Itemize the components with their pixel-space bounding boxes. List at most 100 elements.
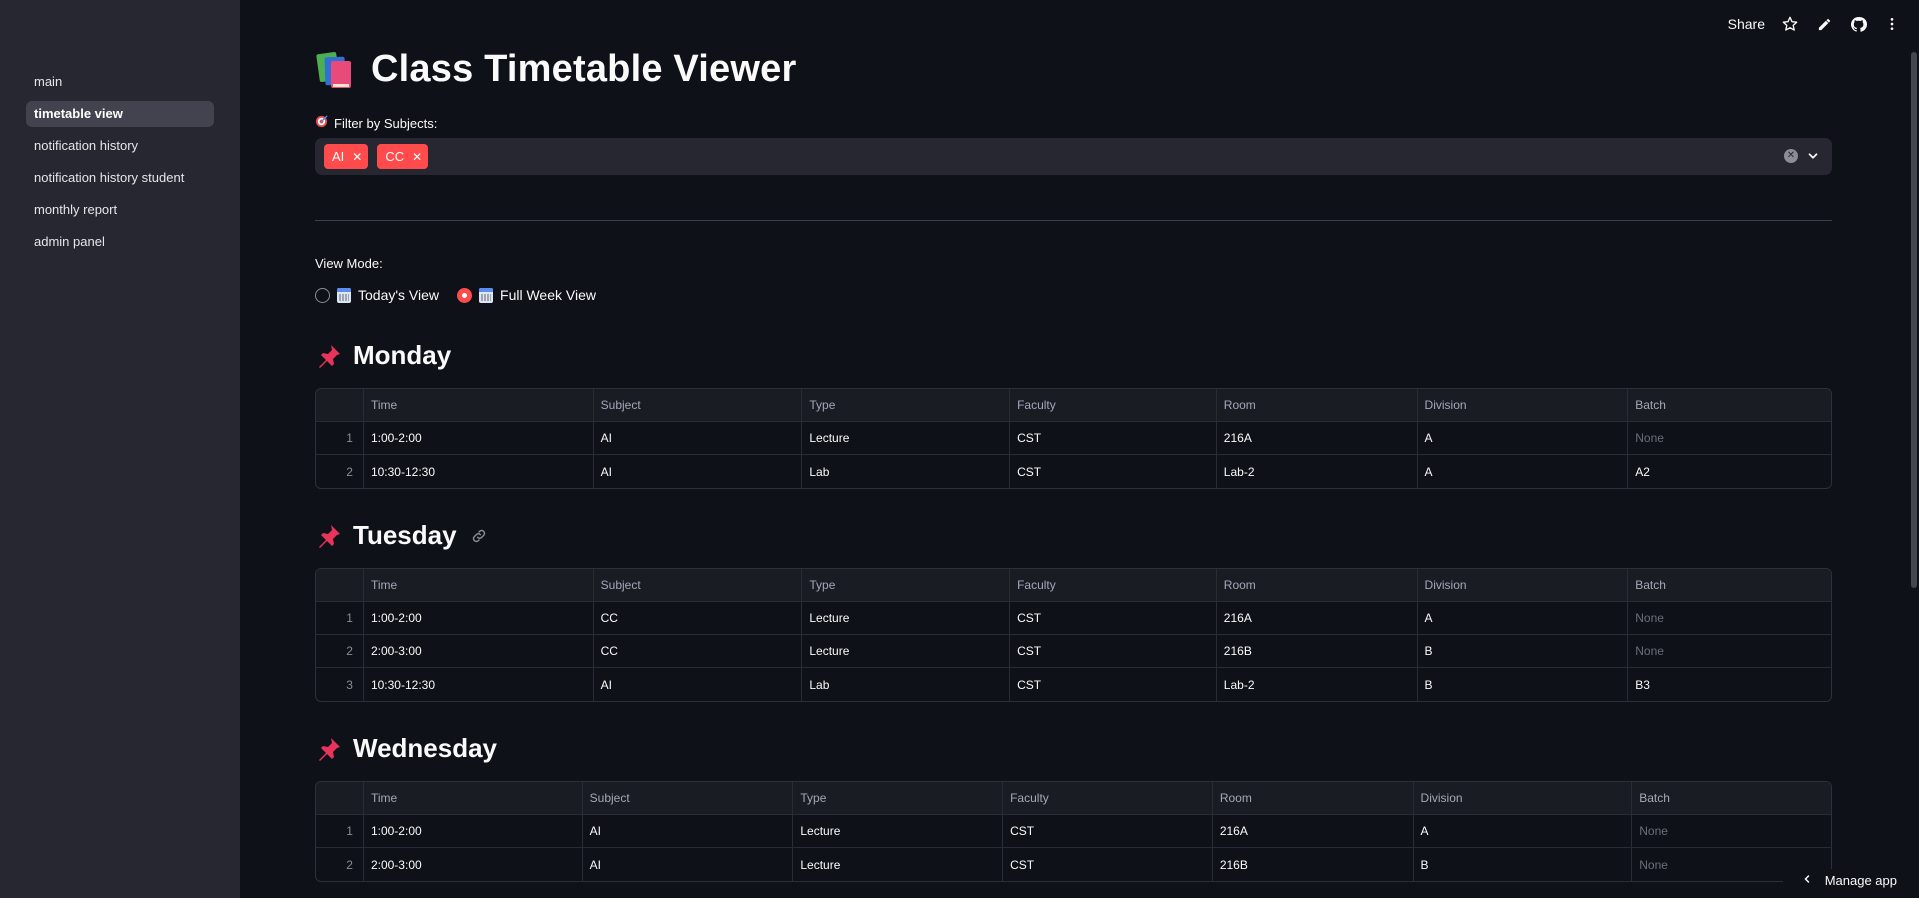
books-emoji-icon <box>315 49 357 91</box>
column-header[interactable]: Room <box>1217 389 1418 421</box>
column-header[interactable]: Time <box>364 389 594 421</box>
column-header[interactable]: Room <box>1213 782 1414 814</box>
table-cell[interactable]: Lecture <box>793 848 1004 881</box>
column-header[interactable]: Time <box>364 569 594 601</box>
table-cell[interactable]: 2:00-3:00 <box>364 848 583 881</box>
table-cell[interactable]: B <box>1418 668 1629 701</box>
table-cell[interactable]: Lecture <box>802 422 1011 454</box>
sidebar-nav: main timetable view notification history… <box>26 69 214 261</box>
radio-button[interactable] <box>315 287 330 303</box>
table-cell[interactable]: A <box>1414 815 1633 847</box>
table-cell[interactable]: 216A <box>1213 815 1414 847</box>
radio-button[interactable] <box>457 287 473 303</box>
table-cell[interactable]: 1:00-2:00 <box>364 602 594 634</box>
table-cell[interactable]: B <box>1418 635 1629 667</box>
table-cell[interactable]: 1:00-2:00 <box>364 422 594 454</box>
column-header[interactable]: Subject <box>594 569 803 601</box>
radio-full-week-view[interactable]: Full Week View <box>457 287 596 303</box>
sidebar-item-notification-history[interactable]: notification history <box>26 133 214 159</box>
radio-label: Today's View <box>358 287 440 303</box>
table-cell[interactable]: None <box>1628 422 1831 454</box>
table-cell[interactable]: None <box>1628 602 1831 634</box>
subject-multiselect[interactable]: AI ✕ CC ✕ ✕ <box>315 138 1832 175</box>
table-cell[interactable]: CST <box>1010 455 1217 488</box>
table-cell[interactable]: Lecture <box>802 602 1011 634</box>
column-header[interactable]: Batch <box>1628 569 1831 601</box>
table-cell[interactable]: 1:00-2:00 <box>364 815 583 847</box>
star-icon[interactable] <box>1781 15 1799 33</box>
table-cell[interactable]: Lab <box>802 455 1011 488</box>
remove-tag-icon[interactable]: ✕ <box>352 150 362 164</box>
table-cell[interactable]: 10:30-12:30 <box>364 668 594 701</box>
sidebar-item-admin-panel[interactable]: admin panel <box>26 229 214 255</box>
table-cell[interactable]: AI <box>583 815 794 847</box>
column-header[interactable]: Type <box>802 569 1011 601</box>
github-icon[interactable] <box>1849 15 1867 33</box>
column-header[interactable]: Faculty <box>1003 782 1213 814</box>
table-cell[interactable]: None <box>1632 815 1831 847</box>
table-cell[interactable]: B <box>1414 848 1633 881</box>
table-cell[interactable]: A <box>1418 455 1629 488</box>
column-header[interactable]: Type <box>793 782 1004 814</box>
pencil-icon[interactable] <box>1815 15 1833 33</box>
table-cell[interactable]: Lecture <box>802 635 1011 667</box>
table-cell[interactable]: 216B <box>1213 848 1414 881</box>
table-cell[interactable]: AI <box>594 455 803 488</box>
column-header[interactable]: Batch <box>1632 782 1831 814</box>
table-cell[interactable]: AI <box>594 668 803 701</box>
chevron-down-icon[interactable] <box>1806 149 1820 163</box>
link-icon[interactable] <box>471 528 487 544</box>
table-cell[interactable]: AI <box>594 422 803 454</box>
table-cell[interactable]: 216B <box>1217 635 1418 667</box>
sidebar-item-main[interactable]: main <box>26 69 214 95</box>
radio-today-view[interactable]: Today's View <box>315 287 439 303</box>
column-header[interactable]: Faculty <box>1010 389 1217 421</box>
filter-label: Filter by Subjects: <box>315 115 437 131</box>
table-cell[interactable]: CC <box>594 635 803 667</box>
column-header[interactable]: Division <box>1418 389 1629 421</box>
timetable-wednesday: Time Subject Type Faculty Room Division Batch 1… <box>315 781 1832 882</box>
tag-cc: CC ✕ <box>377 144 429 169</box>
remove-tag-icon[interactable]: ✕ <box>412 150 422 164</box>
table-cell[interactable]: Lab <box>802 668 1011 701</box>
table-cell[interactable]: CST <box>1003 848 1213 881</box>
column-header[interactable]: Time <box>364 782 583 814</box>
table-cell[interactable]: CST <box>1010 422 1217 454</box>
sidebar-item-timetable-view[interactable]: timetable view <box>26 101 214 127</box>
column-header[interactable]: Type <box>802 389 1011 421</box>
table-cell[interactable]: CST <box>1010 602 1217 634</box>
table-cell[interactable]: Lab-2 <box>1217 668 1418 701</box>
sidebar-item-monthly-report[interactable]: monthly report <box>26 197 214 223</box>
column-header[interactable]: Subject <box>594 389 803 421</box>
table-cell[interactable]: B3 <box>1628 668 1831 701</box>
column-header[interactable]: Division <box>1418 569 1629 601</box>
manage-app-label: Manage app <box>1824 873 1897 888</box>
more-vertical-icon[interactable] <box>1883 15 1901 33</box>
column-header[interactable]: Division <box>1414 782 1633 814</box>
share-button[interactable]: Share <box>1728 16 1765 32</box>
page-scrollbar[interactable] <box>1911 52 1917 588</box>
table-cell[interactable]: 216A <box>1217 422 1418 454</box>
day-title: Tuesday <box>353 520 457 550</box>
table-cell[interactable]: CST <box>1010 668 1217 701</box>
table-cell[interactable]: Lecture <box>793 815 1004 847</box>
table-cell[interactable]: CST <box>1003 815 1213 847</box>
sidebar-item-notification-history-student[interactable]: notification history student <box>26 165 214 191</box>
table-cell[interactable]: 2:00-3:00 <box>364 635 594 667</box>
table-cell[interactable]: 10:30-12:30 <box>364 455 594 488</box>
column-header[interactable]: Batch <box>1628 389 1831 421</box>
table-cell[interactable]: Lab-2 <box>1217 455 1418 488</box>
table-cell[interactable]: CC <box>594 602 803 634</box>
table-cell[interactable]: None <box>1628 635 1831 667</box>
clear-all-icon[interactable]: ✕ <box>1784 149 1798 163</box>
column-header[interactable]: Faculty <box>1010 569 1217 601</box>
table-cell[interactable]: A <box>1418 422 1629 454</box>
manage-app-button[interactable]: Manage app <box>1782 869 1897 892</box>
table-cell[interactable]: AI <box>583 848 794 881</box>
table-cell[interactable]: CST <box>1010 635 1217 667</box>
table-cell[interactable]: 216A <box>1217 602 1418 634</box>
column-header[interactable]: Subject <box>583 782 794 814</box>
table-cell[interactable]: A <box>1418 602 1629 634</box>
table-cell[interactable]: A2 <box>1628 455 1831 488</box>
column-header[interactable]: Room <box>1217 569 1418 601</box>
